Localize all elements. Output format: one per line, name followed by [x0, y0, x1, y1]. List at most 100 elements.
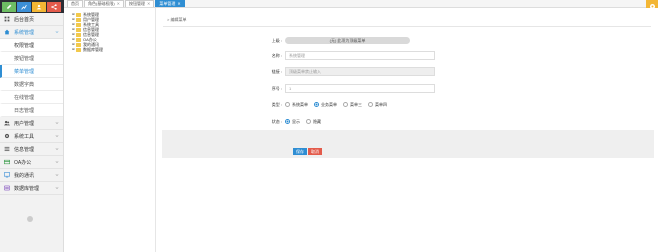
status-row: 状态 : 显示 隐藏: [257, 117, 327, 126]
tab-menus[interactable]: 菜单管理 ✕: [155, 0, 185, 7]
link-input[interactable]: 顶级菜单禁止输入: [285, 67, 435, 76]
order-label: 序号 :: [271, 85, 282, 91]
sidebar-item-users[interactable]: 用户管理: [0, 117, 63, 130]
expand-icon[interactable]: ⊞: [72, 18, 75, 21]
tab-label: 按钮管理: [129, 1, 146, 6]
submenu-item-permissions[interactable]: 权限管理: [0, 39, 63, 52]
edit-icon: [7, 4, 12, 9]
radio-icon: [343, 102, 348, 107]
edit-shortcut-button[interactable]: [2, 1, 16, 12]
folder-icon: [76, 12, 81, 17]
user-shortcut-button[interactable]: [32, 1, 46, 12]
status-radio-hide[interactable]: 隐藏: [306, 119, 321, 125]
sidebar-item-oa[interactable]: OA办公: [0, 156, 63, 169]
chart-icon: [21, 4, 27, 10]
type-radio-menu3[interactable]: 菜单三: [343, 102, 362, 108]
sidebar-item-label: 信息管理: [14, 146, 35, 153]
close-icon[interactable]: ✕: [177, 1, 180, 7]
database-icon: [4, 185, 10, 191]
chart-shortcut-button[interactable]: [17, 1, 31, 12]
link-row: 链接 : 顶级菜单禁止输入: [257, 67, 435, 76]
tree-node[interactable]: ⊞ 数据库管理: [72, 47, 155, 52]
sidebar-item-tools[interactable]: 系统工具: [0, 130, 63, 143]
save-button[interactable]: 保存: [293, 148, 307, 155]
tab-bar: 首页 角色(基础权限) ✕ 按钮管理 ✕ 菜单管理 ✕: [64, 0, 658, 8]
folder-icon: [76, 17, 81, 22]
menu-tree: ⊞ 系统管理 ⊞ 用户管理 ⊞ 系统工具 ⊞ 信息管理 ⊞ 信息管理 ⊞ OA办公 ⊞ 我的通…: [65, 8, 156, 252]
close-icon[interactable]: ✕: [147, 1, 150, 7]
expand-icon[interactable]: ⊞: [72, 38, 75, 41]
name-label: 名称 :: [271, 52, 282, 58]
sidebar-item-label: OA办公: [14, 159, 32, 166]
sidebar-item-info[interactable]: 信息管理: [0, 143, 63, 156]
sidebar-item-label: 我的通讯: [14, 172, 35, 179]
radio-label: 菜单三: [350, 101, 362, 107]
type-row: 类型 : 系统菜单 业务菜单 菜单三 菜单四: [257, 100, 393, 109]
folder-icon: [76, 22, 81, 27]
chevron-down-icon: [55, 161, 59, 164]
submenu-item-logs[interactable]: 日志管理: [0, 104, 63, 117]
radio-icon: [285, 102, 290, 107]
link-label: 链接 :: [271, 68, 282, 74]
user-icon: [36, 4, 42, 9]
sidebar: 后台首页 系统管理 权限管理 按钮管理 菜单管理 数据字典 在线管理 日志管理 …: [0, 13, 64, 252]
chevron-down-icon: [55, 122, 59, 125]
form-footer: [162, 130, 654, 158]
type-label: 类型 :: [271, 101, 282, 107]
shortcut-bar: [0, 0, 64, 13]
tab-label: 首页: [71, 1, 79, 6]
submenu-item-online[interactable]: 在线管理: [0, 91, 63, 104]
expand-icon[interactable]: ⊞: [72, 48, 75, 51]
tab-roles[interactable]: 角色(基础权限) ✕: [84, 0, 125, 7]
dashboard-icon: [4, 16, 10, 22]
type-radio-menu4[interactable]: 菜单四: [368, 102, 387, 108]
sidebar-item-contacts[interactable]: 我的通讯: [0, 169, 63, 182]
status-radio-show[interactable]: 显示: [285, 119, 300, 125]
chevron-down-icon: [55, 174, 59, 177]
edit-panel: > 编辑菜单 上级 : (无) 此项为顶级菜单 名称 : 系统管理 链接 : 顶…: [157, 8, 658, 252]
divider: [163, 26, 651, 27]
expand-icon[interactable]: ⊞: [72, 13, 75, 16]
sidebar-collapse-button[interactable]: [27, 216, 33, 222]
submenu-item-buttons[interactable]: 按钮管理: [0, 52, 63, 65]
chevron-down-icon: [55, 187, 59, 190]
expand-icon[interactable]: ⊞: [72, 33, 75, 36]
submenu-item-menus[interactable]: 菜单管理: [0, 65, 63, 78]
card-icon: [4, 159, 10, 165]
share-icon: [51, 3, 57, 10]
order-row: 序号 : 1: [257, 84, 435, 93]
order-input[interactable]: 1: [285, 84, 435, 93]
expand-icon[interactable]: ⊞: [72, 43, 75, 46]
sidebar-item-label: 系统管理: [14, 29, 35, 36]
radio-checked-icon: [314, 102, 319, 107]
radio-icon: [306, 119, 311, 124]
name-input[interactable]: 系统管理: [285, 51, 435, 60]
sidebar-item-database[interactable]: 数据库管理: [0, 182, 63, 195]
expand-icon[interactable]: ⊞: [72, 23, 75, 26]
radio-label: 菜单四: [375, 101, 387, 107]
folder-icon: [76, 47, 81, 52]
type-radio-business[interactable]: 业务菜单: [314, 102, 337, 108]
sidebar-item-home[interactable]: 后台首页: [0, 13, 63, 26]
chevron-down-icon: [55, 135, 59, 138]
folder-icon: [76, 27, 81, 32]
gear-icon: [4, 133, 10, 139]
chevron-down-icon: [55, 148, 59, 151]
radio-label: 系统菜单: [292, 101, 308, 107]
parent-select[interactable]: (无) 此项为顶级菜单: [285, 37, 410, 44]
cancel-button[interactable]: 取消: [308, 148, 322, 155]
sidebar-item-system[interactable]: 系统管理: [0, 26, 63, 39]
close-icon[interactable]: ✕: [117, 1, 120, 7]
sidebar-item-label: 系统工具: [14, 133, 35, 140]
tab-buttons[interactable]: 按钮管理 ✕: [125, 0, 155, 7]
type-radio-system[interactable]: 系统菜单: [285, 102, 308, 108]
radio-checked-icon: [285, 119, 290, 124]
share-shortcut-button[interactable]: [47, 1, 61, 12]
breadcrumb: > 编辑菜单: [167, 17, 187, 22]
expand-icon[interactable]: ⊞: [72, 28, 75, 31]
folder-icon: [76, 37, 81, 42]
chevron-down-icon: [55, 31, 59, 34]
submenu-item-dictionary[interactable]: 数据字典: [0, 78, 63, 91]
sidebar-item-label: 用户管理: [14, 120, 35, 127]
tab-home[interactable]: 首页: [67, 0, 83, 7]
